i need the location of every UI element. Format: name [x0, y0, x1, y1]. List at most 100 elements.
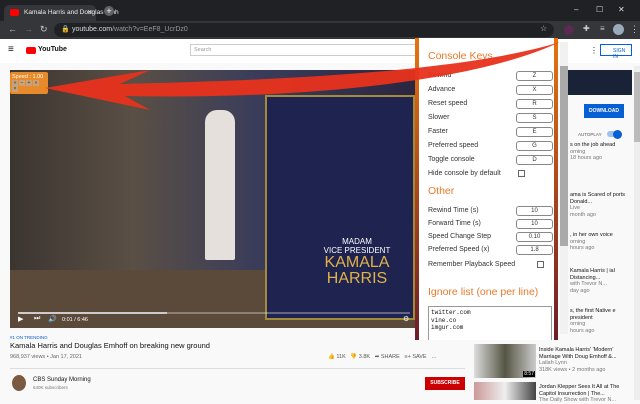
reload-icon[interactable]: ↻: [40, 24, 48, 35]
hide-console-row: Hide console by default: [428, 170, 553, 177]
youtube-logo[interactable]: YouTube: [38, 46, 67, 53]
video-thumbnail[interactable]: [474, 382, 536, 400]
like-button[interactable]: 👍 11K: [328, 354, 346, 360]
key-row: Reset speed R: [428, 99, 553, 109]
faster-button[interactable]: +: [26, 80, 32, 86]
video-player[interactable]: MADAM VICE PRESIDENT KAMALA HARRIS: [10, 70, 420, 328]
ad-banner[interactable]: [560, 70, 632, 95]
share-button[interactable]: ➦ SHARE: [375, 354, 400, 360]
key-row: Rewind Z: [428, 71, 553, 81]
autoplay-label: AUTOPLAY: [578, 132, 602, 137]
sign-in-button[interactable]: SIGN IN: [600, 44, 632, 60]
setting-input[interactable]: 0.10: [516, 232, 553, 242]
time-display: 0:01 / 6:46: [62, 317, 88, 323]
media-icon[interactable]: ≡: [600, 24, 605, 33]
other-heading: Other: [428, 185, 455, 197]
setting-row: Rewind Time (s) 10: [428, 206, 553, 216]
autoplay-toggle[interactable]: [607, 129, 622, 139]
hide-console-label: Hide console by default: [428, 170, 501, 177]
hide-console-checkbox[interactable]: [518, 170, 525, 177]
list-item[interactable]: s on the job ahead orning 18 hours ago: [570, 142, 632, 162]
key-input[interactable]: D: [516, 155, 553, 165]
extension-icon[interactable]: [564, 25, 574, 35]
list-item[interactable]: Kamala Harris | ial Distancing... with Tr…: [570, 268, 632, 294]
key-input[interactable]: E: [516, 127, 553, 137]
star-icon[interactable]: ☆: [540, 24, 547, 33]
slower-button[interactable]: −: [19, 80, 25, 86]
key-input[interactable]: R: [516, 99, 553, 109]
browser-tab[interactable]: Kamala Harris and Douglas Emh ✕: [4, 5, 119, 21]
view-count: 968,937 views • Jan 17, 2021: [10, 354, 82, 360]
video-title: Kamala Harris and Douglas Emhoff on brea…: [10, 341, 210, 350]
ignore-list-heading: Ignore list (one per line): [428, 286, 539, 298]
panel-scrollbar[interactable]: [560, 42, 568, 334]
more-icon[interactable]: …: [431, 354, 437, 360]
list-item[interactable]: Jordan Klepper Sees It All at The Capito…: [539, 384, 629, 404]
console-keys-heading: Console Keys: [428, 50, 493, 62]
list-item[interactable]: ama is Scared of ports Donald... Live mont…: [570, 192, 632, 218]
back-icon[interactable]: ←: [8, 24, 17, 34]
setting-input[interactable]: 10: [516, 206, 553, 216]
menu-icon[interactable]: ⋮: [630, 24, 639, 35]
play-icon[interactable]: ▶: [18, 315, 23, 323]
next-icon[interactable]: ⏭: [34, 315, 40, 323]
hamburger-icon[interactable]: ≡: [8, 44, 14, 55]
key-input[interactable]: Z: [516, 71, 553, 81]
list-item[interactable]: Inside Kamala Harris' 'Modern' Marriage …: [539, 347, 629, 373]
setting-input[interactable]: 10: [516, 219, 553, 229]
forward-icon[interactable]: →: [24, 24, 33, 34]
download-button[interactable]: DOWNLOAD: [584, 104, 624, 118]
minimize-button[interactable]: –: [574, 5, 578, 14]
console-settings-panel: Console Keys Other Ignore list (one per …: [415, 38, 558, 340]
setting-row: Speed Change Step 0.10: [428, 232, 553, 242]
key-input[interactable]: S: [516, 113, 553, 123]
video-presenter: [205, 110, 235, 260]
key-label: Slower: [428, 114, 450, 121]
ignore-list-textarea[interactable]: twitter.com vine.co imgur.com: [428, 306, 552, 340]
new-tab-button[interactable]: +: [104, 6, 114, 16]
key-row: Slower S: [428, 113, 553, 123]
remember-speed-checkbox[interactable]: [537, 261, 544, 268]
settings-gear-icon[interactable]: ⚙: [403, 315, 409, 323]
advance-button[interactable]: »: [33, 80, 39, 86]
key-row: Preferred speed G: [428, 141, 553, 151]
video-thumbnail[interactable]: 8:57: [474, 344, 536, 378]
video-progress-bar[interactable]: [18, 312, 410, 314]
maximize-button[interactable]: ☐: [596, 5, 603, 14]
settings-dots-icon[interactable]: ⋮: [590, 46, 598, 55]
save-button[interactable]: ≡+ SAVE: [404, 354, 426, 360]
url-host: youtube.com: [72, 26, 113, 33]
key-input[interactable]: G: [516, 141, 553, 151]
video-actions: 👍 11K 👎 3.8K ➦ SHARE ≡+ SAVE …: [328, 354, 437, 360]
close-window-button[interactable]: ✕: [618, 5, 625, 14]
channel-avatar[interactable]: [12, 375, 26, 391]
page-scrollbar[interactable]: [634, 66, 640, 400]
speed-overlay: Speed : 1.00 «− + »×: [10, 72, 48, 94]
volume-icon[interactable]: 🔊: [48, 315, 57, 323]
close-console-button[interactable]: ×: [12, 86, 18, 92]
setting-label: Speed Change Step: [428, 233, 492, 240]
subscribe-button[interactable]: SUBSCRIBE: [425, 377, 465, 390]
dislike-button[interactable]: 👎 3.8K: [350, 354, 370, 360]
puzzle-icon[interactable]: ✚: [583, 24, 590, 33]
key-label: Reset speed: [428, 100, 468, 107]
key-input[interactable]: X: [516, 85, 553, 95]
key-label: Preferred speed: [428, 142, 479, 149]
profile-avatar[interactable]: [613, 24, 624, 35]
list-item[interactable]: s, the first Native e president orning hou…: [570, 308, 632, 334]
setting-row: Preferred Speed (x) 1.8: [428, 245, 553, 255]
search-input[interactable]: Search: [190, 44, 420, 56]
trending-badge[interactable]: #1 ON TRENDING: [10, 335, 48, 340]
divider: [10, 368, 465, 369]
key-row: Faster E: [428, 127, 553, 137]
close-tab-icon[interactable]: ✕: [87, 8, 92, 16]
setting-label: Rewind Time (s): [428, 207, 479, 214]
youtube-favicon-icon: [10, 9, 19, 16]
key-row: Advance X: [428, 85, 553, 95]
url-input[interactable]: 🔒 youtube.com/watch?v=EeF8_UcrDz0: [54, 23, 554, 37]
list-item[interactable]: , in her own voice orning hours ago: [570, 232, 632, 252]
setting-input[interactable]: 1.8: [516, 245, 553, 255]
channel-name[interactable]: CBS Sunday Morning: [33, 377, 91, 383]
key-label: Toggle console: [428, 156, 475, 163]
key-label: Advance: [428, 86, 456, 93]
